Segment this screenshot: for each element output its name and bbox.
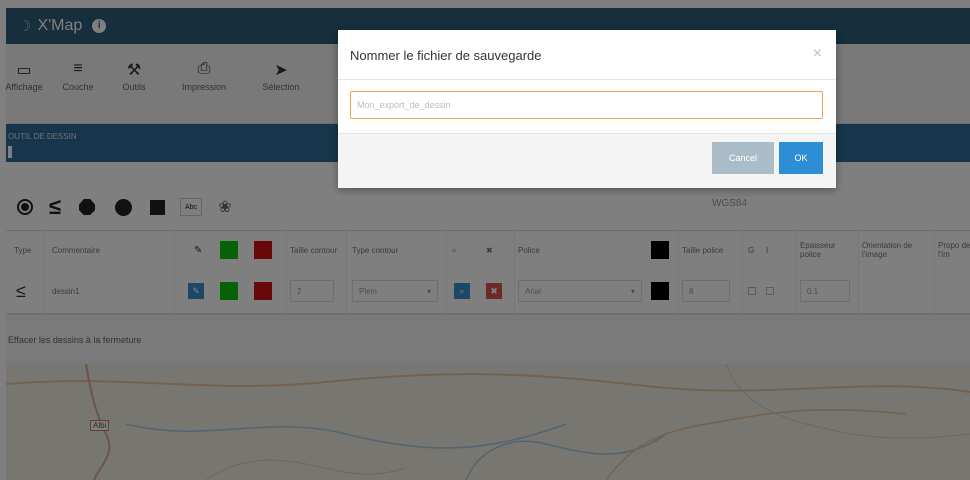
dialog-title: Nommer le fichier de sauvegarde [350,48,542,63]
app-window: ☽ X'Map i ▭ Affichage ≡ Couche ⚒ Outils … [0,0,970,480]
ok-button[interactable]: OK [779,142,823,174]
cancel-button[interactable]: Cancel [712,142,774,174]
close-icon[interactable]: × [813,46,822,62]
save-file-dialog: Nommer le fichier de sauvegarde × Cancel… [338,30,836,188]
dialog-header: Nommer le fichier de sauvegarde × [338,30,836,80]
filename-input[interactable] [350,91,823,119]
